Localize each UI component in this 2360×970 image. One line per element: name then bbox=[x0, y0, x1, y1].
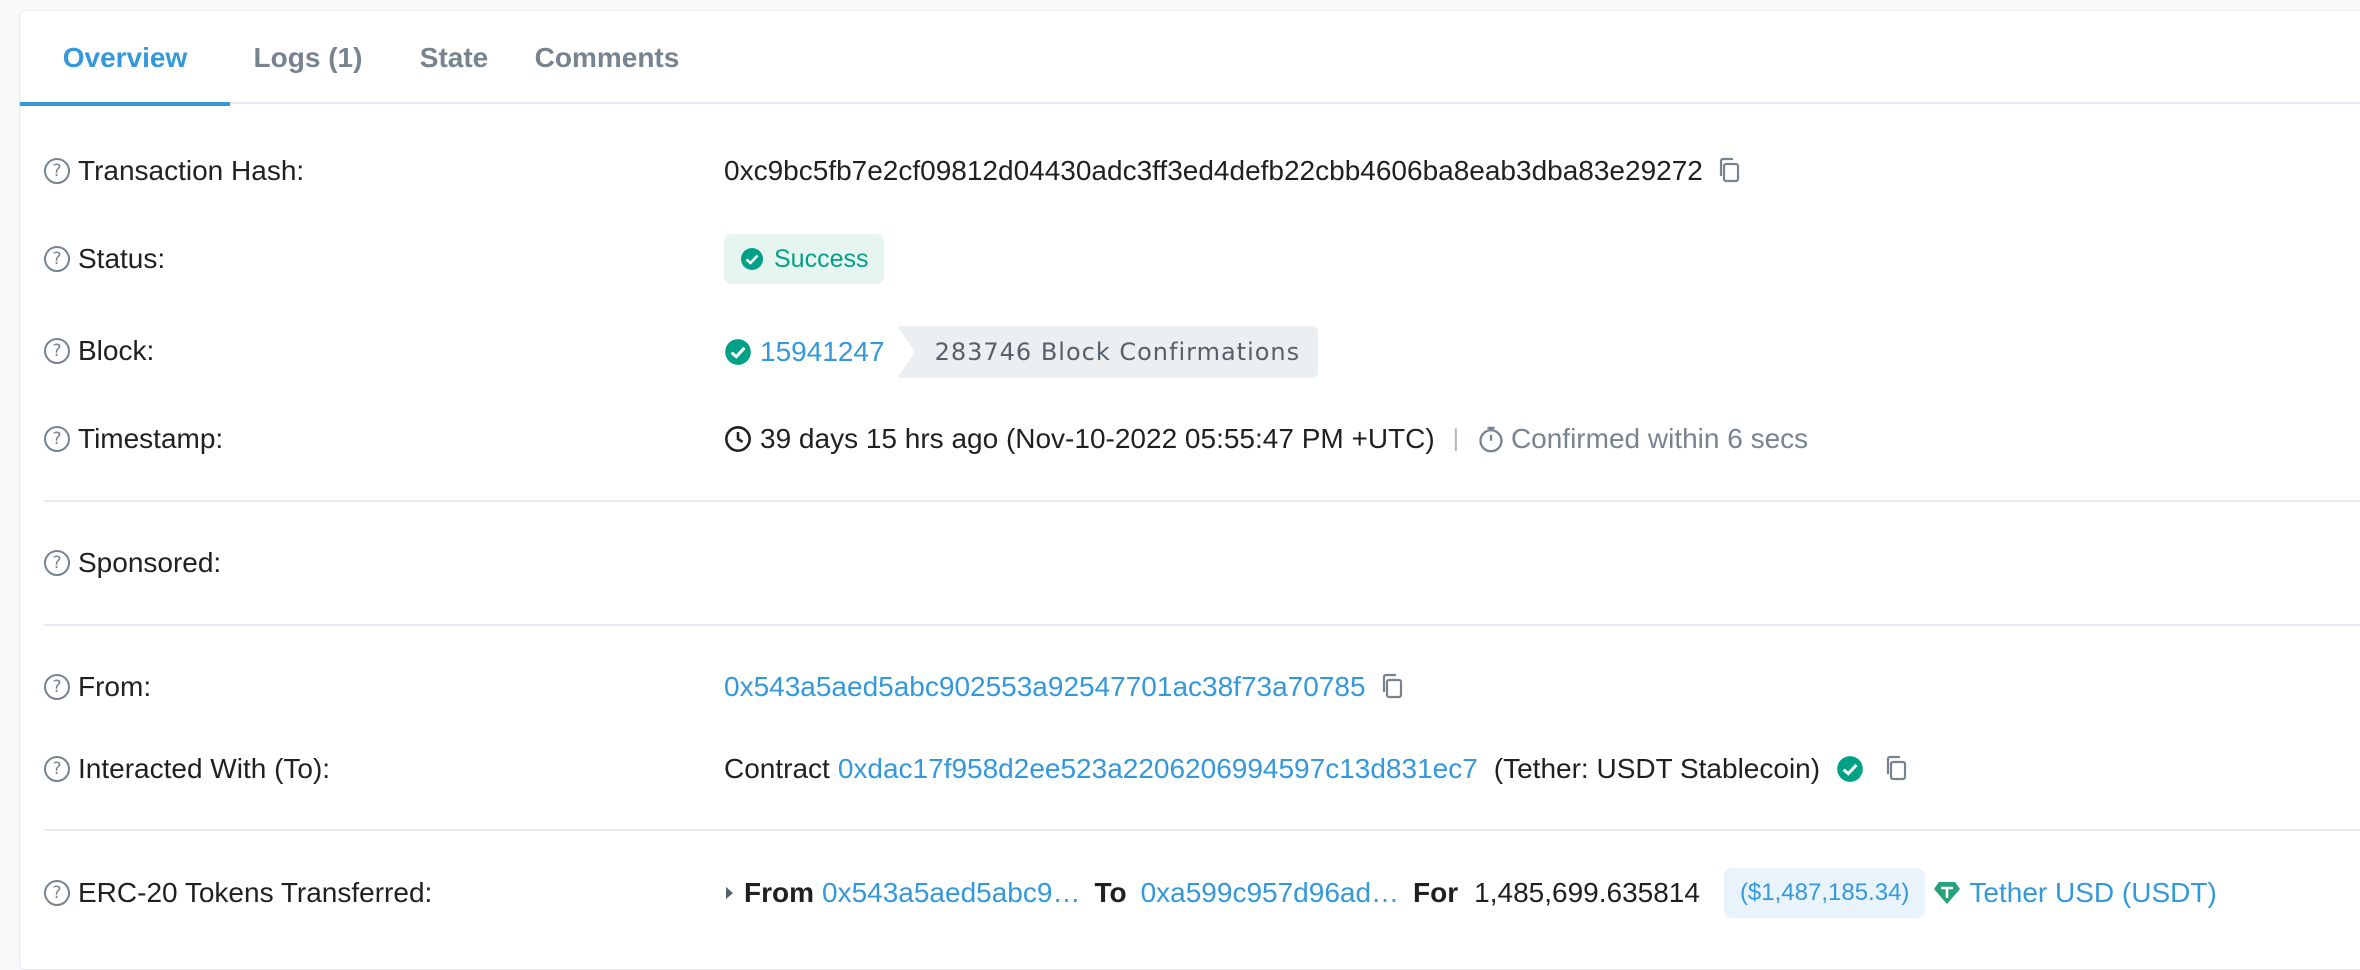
erc20-to-label: To bbox=[1094, 877, 1127, 908]
erc20-for-label: For bbox=[1413, 877, 1459, 908]
help-icon[interactable]: ? bbox=[44, 550, 70, 576]
block-number-link[interactable]: 15941247 bbox=[760, 336, 885, 368]
check-circle-icon bbox=[725, 339, 751, 365]
clock-icon bbox=[725, 426, 751, 452]
status-label: Status: bbox=[78, 243, 166, 274]
transaction-card: Overview Logs (1) State Comments ? Trans… bbox=[19, 10, 2360, 970]
erc20-amount: 1,485,699.635814 bbox=[1474, 877, 1700, 908]
timestamp-value: 39 days 15 hrs ago (Nov-10-2022 05:55:47… bbox=[760, 423, 1435, 454]
status-badge: Success bbox=[724, 234, 885, 284]
transaction-hash-value: 0xc9bc5fb7e2cf09812d04430adc3ff3ed4defb2… bbox=[724, 155, 1703, 186]
contract-prefix: Contract bbox=[724, 753, 830, 784]
interacted-with-label: Interacted With (To): bbox=[78, 753, 331, 784]
erc20-from-address-link[interactable]: 0x543a5aed5abc9… bbox=[822, 877, 1080, 909]
token-link[interactable]: Tether USD (USDT) bbox=[1969, 877, 2216, 909]
tab-comments[interactable]: Comments bbox=[522, 11, 692, 104]
tab-logs[interactable]: Logs (1) bbox=[230, 11, 386, 104]
tether-token-icon bbox=[1934, 882, 1961, 904]
divider bbox=[44, 829, 2360, 831]
tab-overview[interactable]: Overview bbox=[20, 11, 230, 106]
divider bbox=[44, 500, 2360, 502]
check-circle-icon bbox=[741, 248, 763, 270]
copy-icon[interactable] bbox=[1884, 755, 1910, 783]
contract-name: (Tether: USDT Stablecoin) bbox=[1493, 753, 1821, 784]
help-icon[interactable]: ? bbox=[44, 158, 70, 184]
copy-icon[interactable] bbox=[1717, 157, 1743, 185]
tab-state[interactable]: State bbox=[386, 11, 522, 104]
erc20-to-address-link[interactable]: 0xa599c957d96ad… bbox=[1141, 877, 1399, 909]
status-value: Success bbox=[774, 244, 869, 273]
from-label: From: bbox=[78, 671, 152, 702]
copy-icon[interactable] bbox=[1380, 673, 1406, 701]
from-address-link[interactable]: 0x543a5aed5abc902553a92547701ac38f73a707… bbox=[724, 671, 1366, 703]
help-icon[interactable]: ? bbox=[44, 338, 70, 364]
caret-right-icon[interactable] bbox=[724, 885, 736, 901]
sponsored-label: Sponsored: bbox=[78, 547, 222, 578]
separator: | bbox=[1452, 425, 1459, 452]
help-icon[interactable]: ? bbox=[44, 674, 70, 700]
transaction-hash-label: Transaction Hash: bbox=[78, 155, 305, 186]
help-icon[interactable]: ? bbox=[44, 426, 70, 452]
help-icon[interactable]: ? bbox=[44, 246, 70, 272]
contract-address-link[interactable]: 0xdac17f958d2ee523a2206206994597c13d831e… bbox=[838, 753, 1478, 785]
help-icon[interactable]: ? bbox=[44, 756, 70, 782]
confirmed-within-text: Confirmed within 6 secs bbox=[1510, 423, 1809, 454]
erc20-from-label: From bbox=[744, 877, 814, 908]
divider bbox=[44, 624, 2360, 626]
help-icon[interactable]: ? bbox=[44, 880, 70, 906]
verified-check-icon bbox=[1837, 756, 1863, 782]
stopwatch-icon bbox=[1479, 426, 1503, 453]
block-label: Block: bbox=[78, 335, 155, 366]
timestamp-label: Timestamp: bbox=[78, 423, 224, 454]
usd-value-badge: ($1,487,185.34) bbox=[1723, 868, 1926, 918]
block-confirmations-badge: 283746 Block Confirmations bbox=[896, 326, 1319, 378]
tab-bar: Overview Logs (1) State Comments bbox=[20, 11, 2360, 106]
erc20-label: ERC-20 Tokens Transferred: bbox=[78, 877, 433, 908]
